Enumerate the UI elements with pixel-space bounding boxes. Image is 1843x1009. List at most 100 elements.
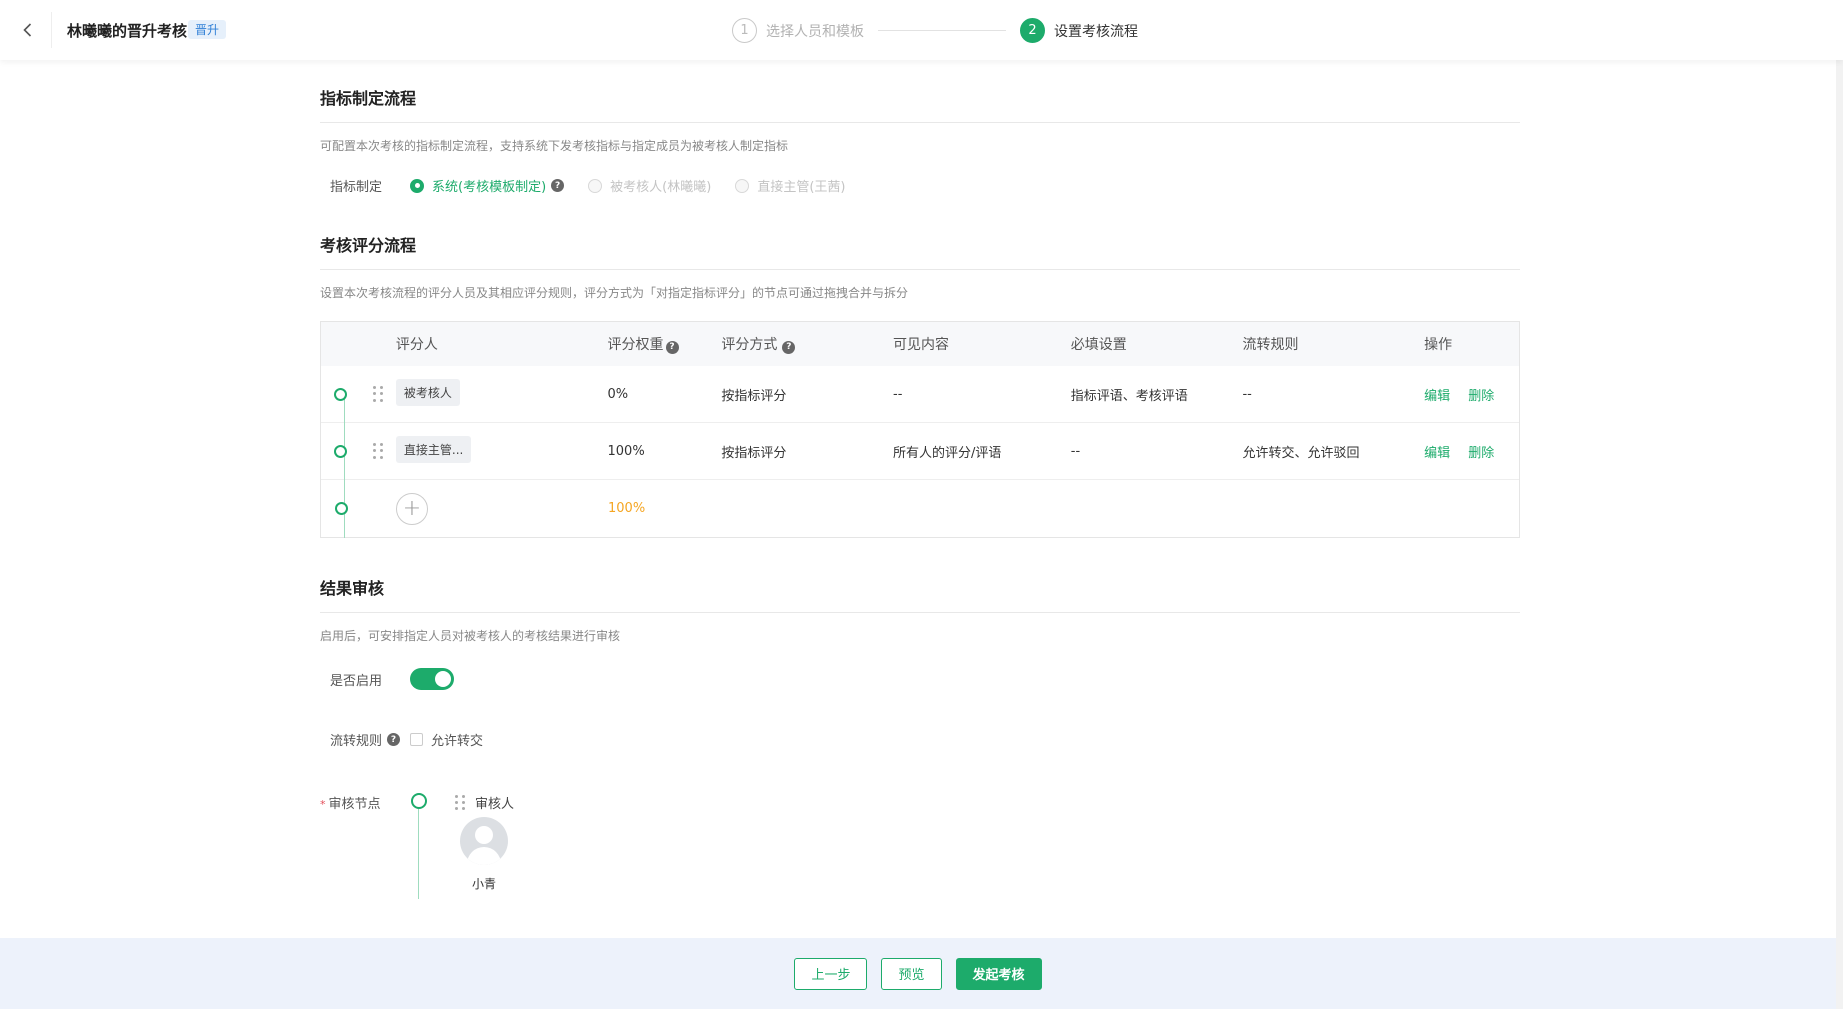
indicator-section-desc: 可配置本次考核的指标制定流程，支持系统下发考核指标与指定成员为被考核人制定指标 xyxy=(320,139,789,153)
radio-system-label: 系统(考核模板制定) xyxy=(432,180,547,195)
allow-transfer-checkbox[interactable] xyxy=(410,733,423,746)
review-connector-line xyxy=(418,809,419,899)
indicator-section: 指标制定流程 可配置本次考核的指标制定流程，支持系统下发考核指标与指定成员为被考… xyxy=(320,84,1520,195)
allow-transfer-label[interactable]: 允许转交 xyxy=(431,730,483,749)
weight-value: 100% xyxy=(607,443,645,459)
enable-row: 是否启用 xyxy=(320,668,1520,690)
delete-link[interactable]: 删除 xyxy=(1468,442,1494,461)
col-rule: 流转规则 xyxy=(1242,337,1299,353)
scoring-table: 评分人 评分权重? 评分方式? 可见内容 必填设置 流转规则 操作 被考核人 0… xyxy=(320,321,1520,538)
radio-dot xyxy=(588,178,603,193)
transfer-rule-row: 流转规则? 允许转交 xyxy=(320,730,1520,749)
step-2-label: 设置考核流程 xyxy=(1054,23,1138,40)
rule-value: 允许转交、允许驳回 xyxy=(1242,445,1360,461)
drag-handle-icon[interactable] xyxy=(373,443,384,459)
add-rater-icon[interactable]: + xyxy=(396,492,428,525)
required-value: 指标评语、考核评语 xyxy=(1070,388,1188,404)
preview-button[interactable]: 预览 xyxy=(881,957,942,990)
col-weight: 评分权重? xyxy=(608,334,722,354)
section-divider xyxy=(320,612,1520,613)
step-1-number: 1 xyxy=(732,18,757,43)
avatar xyxy=(460,817,508,865)
help-icon[interactable]: ? xyxy=(665,340,679,354)
radio-dot xyxy=(735,178,750,193)
col-method: 评分方式? xyxy=(721,334,893,354)
radio-manager[interactable]: 直接主管(王茜) xyxy=(735,176,845,195)
flow-connector-line xyxy=(344,394,345,538)
footer-bar: 上一步 预览 发起考核 xyxy=(0,938,1836,1009)
indicator-radio-group: 指标制定 系统(考核模板制定) ? 被考核人(林曦曦) 直接主管(王茜) xyxy=(320,176,1520,195)
scoring-section-desc: 设置本次考核流程的评分人员及其相应评分规则，评分方式为「对指定指标评分」的节点可… xyxy=(320,286,909,300)
help-icon[interactable]: ? xyxy=(782,340,796,354)
add-row: + 100% xyxy=(321,480,1519,537)
visible-value: -- xyxy=(893,386,903,402)
table-row[interactable]: 直接主管... 100% 按指标评分 所有人的评分/评语 -- 允许转交、允许驳… xyxy=(321,423,1519,480)
required-value: -- xyxy=(1070,443,1081,459)
edit-link[interactable]: 编辑 xyxy=(1424,442,1450,461)
review-flow xyxy=(411,793,427,899)
scrollbar[interactable] xyxy=(1836,0,1843,1009)
transfer-rule-label: 流转规则? xyxy=(330,730,410,749)
flow-node-icon xyxy=(334,502,348,515)
step-1-label: 选择人员和模板 xyxy=(766,23,864,40)
top-header: 林曦曦的晋升考核 晋升 1 选择人员和模板 2 设置考核流程 xyxy=(0,0,1843,60)
weight-value: 0% xyxy=(607,386,629,402)
review-node-row: * 审核节点 审核人 小青 xyxy=(320,793,1520,903)
col-op: 操作 xyxy=(1424,337,1453,353)
radio-manager-label: 直接主管(王茜) xyxy=(757,180,846,195)
col-visible: 可见内容 xyxy=(893,337,950,353)
prev-step-button[interactable]: 上一步 xyxy=(794,957,868,990)
page-title: 林曦曦的晋升考核 xyxy=(67,22,188,40)
rater-chip: 直接主管... xyxy=(395,435,472,463)
reviewer-title: 审核人 xyxy=(475,797,515,812)
rule-value: -- xyxy=(1242,386,1252,402)
required-mark: * xyxy=(320,798,326,811)
main-content: 指标制定流程 可配置本次考核的指标制定流程，支持系统下发考核指标与指定成员为被考… xyxy=(320,60,1520,903)
radio-system[interactable]: 系统(考核模板制定) ? xyxy=(410,176,565,195)
reviewer-card[interactable]: 小青 xyxy=(460,817,508,892)
header-divider xyxy=(51,12,52,48)
flow-node-icon xyxy=(334,387,348,401)
enable-toggle[interactable] xyxy=(410,668,454,690)
scoring-section: 考核评分流程 设置本次考核流程的评分人员及其相应评分规则，评分方式为「对指定指标… xyxy=(320,231,1520,538)
col-rater: 评分人 xyxy=(395,337,438,353)
step-2-number: 2 xyxy=(1020,18,1045,43)
scoring-section-title: 考核评分流程 xyxy=(320,236,417,255)
section-divider xyxy=(320,122,1520,123)
help-icon[interactable]: ? xyxy=(551,179,565,192)
review-section: 结果审核 启用后，可安排指定人员对被考核人的考核结果进行审核 是否启用 流转规则… xyxy=(320,574,1520,903)
stepper: 1 选择人员和模板 2 设置考核流程 xyxy=(732,17,1138,44)
reviewer-name: 小青 xyxy=(471,877,496,891)
radio-appraisee-label: 被考核人(林曦曦) xyxy=(610,180,712,195)
indicator-row-label: 指标制定 xyxy=(330,180,383,195)
flow-node-icon xyxy=(334,444,348,458)
enable-label: 是否启用 xyxy=(330,673,383,689)
back-arrow-icon[interactable] xyxy=(16,18,40,42)
radio-dot-checked xyxy=(410,178,424,193)
edit-link[interactable]: 编辑 xyxy=(1424,385,1450,404)
drag-handle-icon[interactable] xyxy=(373,386,384,402)
indicator-section-title: 指标制定流程 xyxy=(320,89,417,108)
radio-appraisee[interactable]: 被考核人(林曦曦) xyxy=(588,176,711,195)
method-value: 按指标评分 xyxy=(721,388,787,404)
method-value: 按指标评分 xyxy=(721,445,787,461)
table-header: 评分人 评分权重? 评分方式? 可见内容 必填设置 流转规则 操作 xyxy=(321,322,1519,366)
step-1[interactable]: 1 选择人员和模板 xyxy=(732,18,864,43)
review-node-label: * 审核节点 xyxy=(320,797,381,812)
rater-chip: 被考核人 xyxy=(395,378,460,406)
table-row[interactable]: 被考核人 0% 按指标评分 -- 指标评语、考核评语 -- 编辑 删除 xyxy=(321,366,1519,423)
total-weight: 100% xyxy=(608,501,646,516)
review-section-title: 结果审核 xyxy=(320,579,385,598)
drag-handle-icon[interactable] xyxy=(455,794,465,811)
review-section-desc: 启用后，可安排指定人员对被考核人的考核结果进行审核 xyxy=(320,629,621,643)
col-required: 必填设置 xyxy=(1070,337,1127,353)
start-review-button[interactable]: 发起考核 xyxy=(955,957,1042,990)
delete-link[interactable]: 删除 xyxy=(1468,385,1494,404)
step-2[interactable]: 2 设置考核流程 xyxy=(1020,18,1138,43)
step-connector xyxy=(878,30,1006,31)
section-divider xyxy=(320,269,1520,270)
reviewer-header: 审核人 xyxy=(455,793,514,812)
promotion-tag: 晋升 xyxy=(188,20,227,39)
review-node-icon xyxy=(411,793,427,809)
help-icon[interactable]: ? xyxy=(387,733,401,746)
